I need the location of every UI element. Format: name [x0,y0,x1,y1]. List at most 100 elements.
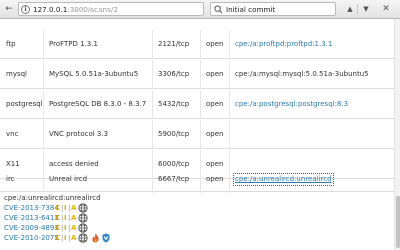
table-row: postgresql PostgreSQL DB 8.3.0 - 8.3.7 5… [0,90,394,119]
cia-separator: | [68,234,71,242]
service-product: Unreal ircd [49,175,88,183]
integrity-badge: I [64,234,67,242]
column-divider [229,30,230,59]
find-previous-icon[interactable]: ▲ [344,3,356,15]
cpe-link-focused[interactable]: cpe:/a:unrealircd:unrealircd [233,173,334,186]
cve-link[interactable]: CVE-2009-4893 [4,223,59,233]
url-host: 127.0.0.1 [33,5,68,14]
cia-separator: | [61,234,64,242]
column-divider [200,90,201,119]
availability-badge: A [71,204,77,212]
confidentiality-badge: C [55,224,61,232]
find-bar-text: Initial commit [226,5,276,14]
url-path: :3000/scans/2 [67,5,118,14]
url-text[interactable]: 127.0.0.1:3000/scans/2 [33,5,118,14]
cve-list-item: CVE-2013-7384 C | I | A [4,203,114,213]
service-name: ftp [6,40,16,48]
toolbar-divider [357,4,358,14]
column-divider [43,120,44,149]
column-divider [43,30,44,59]
url-bar[interactable]: i 127.0.0.1:3000/scans/2 ↻ [18,2,218,16]
cpe-text: cpe:/a:mysql:mysql:5.0.51a-3ubuntu5 [235,70,369,78]
confidentiality-badge: C [55,204,61,212]
column-divider [152,120,153,149]
column-divider [200,60,201,89]
column-divider [152,30,153,59]
service-state: open [206,130,224,138]
service-name: mysql [6,70,27,78]
service-state: open [206,100,224,108]
shield-icon[interactable] [102,233,110,243]
browser-toolbar: ← i 127.0.0.1:3000/scans/2 ↻ Initial com… [0,0,400,19]
service-product: PostgreSQL DB 8.3.0 - 8.3.7 [49,100,147,108]
globe-icon[interactable] [78,213,88,223]
column-divider [43,164,44,193]
column-divider [200,30,201,59]
integrity-badge: I [64,204,67,212]
find-bar-input[interactable]: Initial commit [210,2,336,16]
service-name: postgresql [6,100,43,108]
column-divider [152,60,153,89]
availability-badge: A [71,234,77,242]
table-row: irc Unreal ircd 6667/tcp open cpe:/a:unr… [0,164,394,193]
service-product: ProFTPD 1.3.1 [49,40,98,48]
service-state: open [206,175,224,183]
availability-badge: A [71,214,77,222]
column-divider [200,164,201,193]
column-divider [43,90,44,119]
cve-link[interactable]: CVE-2013-7384 [4,203,59,213]
table-row: mysql MySQL 5.0.51a-3ubuntu5 3306/tcp op… [0,60,394,89]
column-divider [229,90,230,119]
confidentiality-badge: C [55,234,61,242]
service-port: 5432/tcp [158,100,190,108]
cia-separator: | [61,214,64,222]
cia-separator: | [68,224,71,232]
service-name: irc [6,175,15,183]
search-icon [214,5,223,14]
service-port: 6667/tcp [158,175,190,183]
service-state: open [206,70,224,78]
service-product: VNC protocol 3.3 [49,130,109,138]
back-arrow-icon[interactable]: ← [2,3,16,16]
service-name: vnc [6,130,19,138]
globe-icon[interactable] [78,233,88,243]
vertical-scrollbar[interactable] [394,19,400,250]
scrollbar-thumb[interactable] [396,196,400,248]
column-divider [229,164,230,193]
column-divider [152,164,153,193]
table-row: vnc VNC protocol 3.3 5900/tcp open [0,120,394,149]
column-divider [229,60,230,89]
cia-separator: | [68,204,71,212]
integrity-badge: I [64,224,67,232]
service-port: 5900/tcp [158,130,190,138]
service-state: open [206,40,224,48]
globe-icon[interactable] [78,203,88,213]
service-product: MySQL 5.0.51a-3ubuntu5 [49,70,139,78]
find-next-icon[interactable]: ▼ [360,3,372,15]
column-divider [200,120,201,149]
cve-link[interactable]: CVE-2013-6413 [4,213,59,223]
exploit-fire-icon[interactable] [91,233,100,243]
service-port: 3306/tcp [158,70,190,78]
column-divider [152,90,153,119]
cpe-link[interactable]: cpe:/a:postgresql:postgresql:8.3 [235,100,348,109]
availability-badge: A [71,224,77,232]
globe-icon[interactable] [78,223,88,233]
column-divider [229,120,230,149]
cve-section-heading: cpe:/a:unrealircd:unrealircd [4,194,101,202]
cia-separator: | [61,204,64,212]
cve-list-item: CVE-2010-2075 C | I | A [4,233,124,243]
service-port: 2121/tcp [158,40,190,48]
cve-list-item: CVE-2013-6413 C | I | A [4,213,114,223]
confidentiality-badge: C [55,214,61,222]
cia-separator: | [61,224,64,232]
table-row: ftp ProFTPD 1.3.1 2121/tcp open cpe:/a:p… [0,30,394,59]
cve-link[interactable]: CVE-2010-2075 [4,233,59,243]
cia-separator: | [68,214,71,222]
column-divider [43,60,44,89]
cpe-link[interactable]: cpe:/a:proftpd:proftpd:1.3.1 [235,40,332,49]
page-content: ftp ProFTPD 1.3.1 2121/tcp open cpe:/a:p… [0,19,394,250]
close-icon[interactable]: ✕ [380,3,392,15]
info-icon[interactable]: i [21,5,30,14]
cve-list-item: CVE-2009-4893 C | I | A [4,223,114,233]
